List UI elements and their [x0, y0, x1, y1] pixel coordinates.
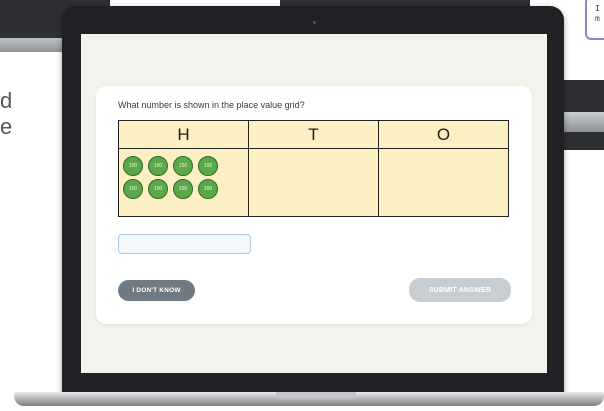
background-text-line: d [0, 88, 13, 113]
hundred-counter: 100 [148, 156, 168, 176]
grid-cell-ones [378, 148, 509, 217]
camera-icon [313, 21, 316, 24]
laptop-base-notch [276, 392, 356, 398]
hundreds-counters: 100 100 100 100 100 100 100 100 [119, 149, 248, 199]
hundred-counter: 100 [173, 156, 193, 176]
hundred-counter: 100 [123, 179, 143, 199]
hundred-counter: 100 [123, 156, 143, 176]
grid-cell-hundreds: 100 100 100 100 100 100 100 100 [118, 148, 249, 217]
background-note-card: I c m [585, 0, 604, 40]
background-card-line: m [595, 14, 600, 23]
grid-header-hundreds: H [118, 120, 249, 149]
hundred-counter: 100 [148, 179, 168, 199]
grid-header-tens: T [248, 120, 379, 149]
background-text: d e [0, 88, 12, 140]
background-text-line: e [0, 114, 13, 139]
answer-input[interactable] [118, 234, 251, 254]
question-card: What number is shown in the place value … [96, 86, 532, 324]
laptop-screen: What number is shown in the place value … [81, 34, 547, 373]
dont-know-button[interactable]: I DON'T KNOW [118, 280, 195, 301]
grid-header-ones: O [378, 120, 509, 149]
hundred-counter: 100 [173, 179, 193, 199]
background-card-line: I c [595, 4, 604, 13]
question-prompt: What number is shown in the place value … [118, 100, 305, 110]
submit-answer-button[interactable]: SUBMIT ANSWER [409, 278, 511, 302]
hundred-counter: 100 [198, 179, 218, 199]
grid-cell-tens [248, 148, 379, 217]
place-value-grid: H T O 100 100 100 100 100 100 100 100 [118, 120, 509, 217]
hundred-counter: 100 [198, 156, 218, 176]
